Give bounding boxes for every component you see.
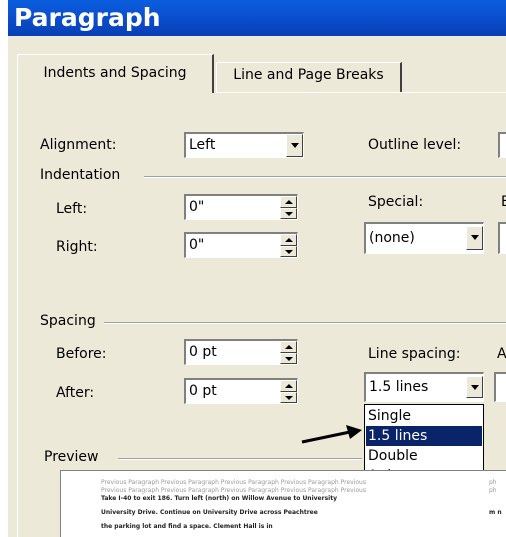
indent-right-spin-buttons[interactable] xyxy=(280,234,297,257)
screenshot: Paragraph Indents and Spacing Line and P… xyxy=(0,0,506,537)
indent-left-spin-buttons[interactable] xyxy=(280,196,297,219)
indent-left-label: Left: xyxy=(56,201,88,217)
spacing-after-label: After: xyxy=(56,385,95,401)
chevron-down-icon[interactable] xyxy=(466,376,483,398)
spin-down-icon[interactable] xyxy=(280,391,297,403)
indent-right-value: 0" xyxy=(189,237,205,253)
line-spacing-option[interactable]: Single xyxy=(366,406,482,426)
alignment-dropdown[interactable]: Left xyxy=(184,132,304,158)
spacing-before-label: Before: xyxy=(56,346,107,362)
preview-divider xyxy=(118,458,362,460)
spacing-before-value: 0 pt xyxy=(189,344,217,360)
by-label-partial: E xyxy=(501,194,506,210)
preview-line: the parking lot and find a space. Clemen… xyxy=(101,523,273,530)
line-spacing-label: Line spacing: xyxy=(368,346,461,362)
spin-up-icon[interactable] xyxy=(280,380,297,392)
title-bar[interactable]: Paragraph xyxy=(8,0,506,36)
preview-fragment: ph xyxy=(489,487,497,494)
special-value: (none) xyxy=(369,230,415,246)
preview-fragment: ph xyxy=(489,479,497,486)
preview-group-label: Preview xyxy=(44,449,99,465)
preview-pane: Previous Paragraph Previous Paragraph Pr… xyxy=(60,470,506,537)
line-spacing-value: 1.5 lines xyxy=(369,379,429,395)
preview-line: Previous Paragraph Previous Paragraph Pr… xyxy=(101,479,366,486)
line-spacing-dropdown[interactable]: 1.5 lines xyxy=(364,372,484,402)
line-spacing-option[interactable]: Double xyxy=(366,446,482,466)
dialog-title: Paragraph xyxy=(14,3,161,32)
spin-down-icon[interactable] xyxy=(280,245,297,257)
spin-down-icon[interactable] xyxy=(280,207,297,219)
indent-left-spinner[interactable]: 0" xyxy=(184,194,298,220)
spacing-after-value: 0 pt xyxy=(189,383,217,399)
spacing-before-spin-buttons[interactable] xyxy=(280,341,297,364)
special-dropdown[interactable]: (none) xyxy=(364,222,484,254)
tab-label: Line and Page Breaks xyxy=(233,67,384,83)
alignment-value: Left xyxy=(189,137,216,153)
preview-line: Take I-40 to exit 186. Turn left (north)… xyxy=(101,495,337,502)
line-spacing-option[interactable]: 1.5 lines xyxy=(366,426,482,446)
preview-fragment: m n xyxy=(489,509,502,516)
chevron-down-icon[interactable] xyxy=(466,226,483,250)
spin-up-icon[interactable] xyxy=(280,341,297,353)
tab-strip-line xyxy=(216,92,506,93)
tab-indents-and-spacing[interactable]: Indents and Spacing xyxy=(17,54,214,93)
spacing-group-label: Spacing xyxy=(40,313,96,329)
spacing-before-spinner[interactable]: 0 pt xyxy=(184,339,298,365)
annotation-arrow-icon xyxy=(301,425,362,444)
outline-level-dropdown[interactable] xyxy=(498,132,506,158)
indent-left-value: 0" xyxy=(189,199,205,215)
spacing-divider xyxy=(104,322,506,324)
spin-up-icon[interactable] xyxy=(280,234,297,246)
indent-right-label: Right: xyxy=(56,239,98,255)
at-input-partial[interactable] xyxy=(494,372,506,402)
tab-panel-edge xyxy=(17,92,18,537)
tab-label: Indents and Spacing xyxy=(43,65,187,81)
preview-line: Previous Paragraph Previous Paragraph Pr… xyxy=(101,487,366,494)
spacing-after-spin-buttons[interactable] xyxy=(280,380,297,403)
spacing-after-spinner[interactable]: 0 pt xyxy=(184,378,298,404)
alignment-label: Alignment: xyxy=(40,137,117,153)
at-label-partial: A xyxy=(497,346,506,362)
chevron-down-icon[interactable] xyxy=(286,134,303,157)
indent-right-spinner[interactable]: 0" xyxy=(184,232,298,258)
special-label: Special: xyxy=(368,194,424,210)
outline-level-label: Outline level: xyxy=(368,137,462,153)
by-input-partial[interactable] xyxy=(498,222,506,254)
spin-down-icon[interactable] xyxy=(280,352,297,364)
indentation-divider xyxy=(144,176,506,178)
spin-up-icon[interactable] xyxy=(280,196,297,208)
indentation-group-label: Indentation xyxy=(40,167,121,183)
tab-line-and-page-breaks[interactable]: Line and Page Breaks xyxy=(216,62,402,92)
preview-line: University Drive. Continue on University… xyxy=(101,509,318,516)
